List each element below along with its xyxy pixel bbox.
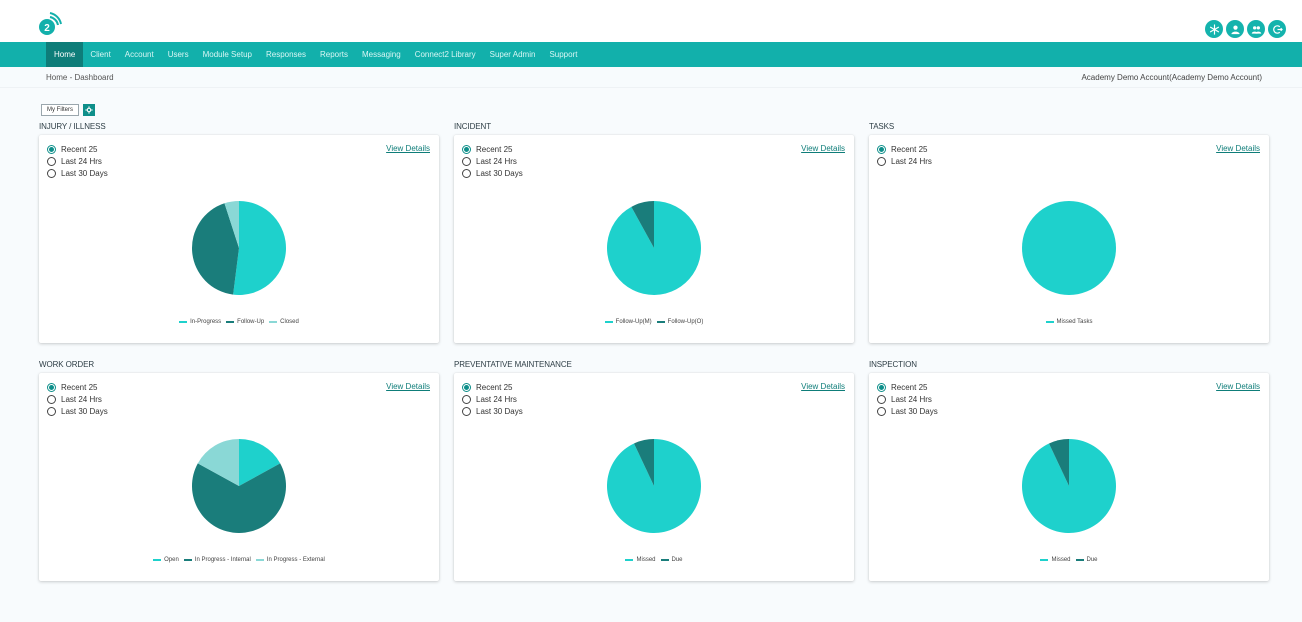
chart-legend: Open In Progress - Internal In Progress - … xyxy=(39,557,439,563)
nav-item-home[interactable]: Home xyxy=(46,42,84,67)
breadcrumb: Home - Dashboard xyxy=(46,73,114,82)
legend-item-in-progress-internal[interactable]: In Progress - Internal xyxy=(183,557,251,563)
chart-legend: Missed Tasks xyxy=(869,319,1269,325)
legend-swatch xyxy=(255,559,264,561)
widget-card-work-order: Recent 25 Last 24 Hrs Last 30 Days View Det… xyxy=(39,373,439,581)
legend-item-follow-up-o[interactable]: Follow-Up(O) xyxy=(656,319,704,325)
legend-swatch xyxy=(625,559,634,561)
legend-label: In Progress - External xyxy=(266,557,325,563)
pie-chart xyxy=(607,201,701,295)
legend-swatch xyxy=(1045,321,1054,323)
nav-item-connect2-library[interactable]: Connect2 Library xyxy=(408,42,483,67)
connect2-logo-icon[interactable]: 2 xyxy=(36,12,62,38)
snowflake-icon[interactable] xyxy=(1205,20,1223,38)
legend-item-in-progress[interactable]: In-Progress xyxy=(179,319,221,325)
filters-bar: My Filters xyxy=(41,104,95,116)
legend-item-missed[interactable]: Missed xyxy=(1040,557,1071,563)
legend-swatch xyxy=(656,321,665,323)
widget-card-inspection: Recent 25 Last 24 Hrs Last 30 Days View Det… xyxy=(869,373,1269,581)
pie-chart xyxy=(1022,439,1116,533)
legend-label: In-Progress xyxy=(190,319,222,325)
chart-legend: Missed Due xyxy=(869,557,1269,563)
my-filters-button[interactable]: My Filters xyxy=(41,104,79,116)
chart-legend: In-Progress Follow-Up Closed xyxy=(39,319,439,325)
section-title-incident: INCIDENT xyxy=(454,122,491,131)
pie-slice-missed-tasks[interactable] xyxy=(1022,201,1116,295)
legend-label: Follow-Up(O) xyxy=(667,319,704,325)
gear-icon[interactable] xyxy=(83,104,95,116)
widget-card-tasks: Recent 25 Last 24 Hrs View Details Missed T… xyxy=(869,135,1269,343)
legend-item-follow-up-m[interactable]: Follow-Up(M) xyxy=(604,319,652,325)
legend-item-missed-tasks[interactable]: Missed Tasks xyxy=(1045,319,1093,325)
legend-item-open[interactable]: Open xyxy=(153,557,179,563)
legend-swatch xyxy=(226,321,235,323)
chart-legend: Missed Due xyxy=(454,557,854,563)
breadcrumb-bar: Home - Dashboard Academy Demo Account(Ac… xyxy=(0,67,1302,88)
top-bar: 2 xyxy=(0,0,1302,42)
legend-label: Follow-Up(M) xyxy=(615,319,652,325)
nav-item-support[interactable]: Support xyxy=(542,42,584,67)
legend-swatch xyxy=(153,559,162,561)
section-title-inspection: INSPECTION xyxy=(869,360,917,369)
svg-text:2: 2 xyxy=(44,23,50,34)
nav-item-reports[interactable]: Reports xyxy=(313,42,355,67)
top-icon-group xyxy=(1205,20,1286,38)
pie-chart xyxy=(1022,201,1116,295)
section-title-preventative-maintenance: PREVENTATIVE MAINTENANCE xyxy=(454,360,572,369)
nav-item-list: Home Client Account Users Module Setup Respon… xyxy=(46,42,584,67)
legend-item-missed[interactable]: Missed xyxy=(625,557,656,563)
main-nav: Home Client Account Users Module Setup Respon… xyxy=(0,42,1302,67)
legend-item-due[interactable]: Due xyxy=(1075,557,1098,563)
legend-swatch xyxy=(1040,559,1049,561)
widget-card-incident: Recent 25 Last 24 Hrs Last 30 Days View Det… xyxy=(454,135,854,343)
widget-card-injury-illness: Recent 25 Last 24 Hrs Last 30 Days View Det… xyxy=(39,135,439,343)
legend-swatch xyxy=(1075,559,1084,561)
legend-swatch xyxy=(179,321,188,323)
legend-swatch xyxy=(660,559,669,561)
pie-chart xyxy=(191,439,286,533)
nav-item-users[interactable]: Users xyxy=(161,42,196,67)
section-title-tasks: TASKS xyxy=(869,122,895,131)
nav-item-super-admin[interactable]: Super Admin xyxy=(483,42,543,67)
account-name: Academy Demo Account(Academy Demo Accoun… xyxy=(1081,73,1262,82)
section-title-work-order: WORK ORDER xyxy=(39,360,95,369)
legend-label: In Progress - Internal xyxy=(194,557,251,563)
dashboard-content: My Filters INJURY / ILLNESS Recent 25 Last… xyxy=(0,88,1302,622)
pie-chart xyxy=(607,439,701,533)
legend-item-closed[interactable]: Closed xyxy=(269,319,299,325)
nav-item-messaging[interactable]: Messaging xyxy=(355,42,408,67)
legend-swatch xyxy=(269,321,278,323)
legend-label: Missed xyxy=(1051,557,1071,563)
nav-item-module-setup[interactable]: Module Setup xyxy=(196,42,259,67)
user-icon[interactable] xyxy=(1226,20,1244,38)
legend-label: Missed Tasks xyxy=(1056,319,1093,325)
pie-slice-in-progress[interactable] xyxy=(233,201,286,295)
legend-label: Open xyxy=(164,557,179,563)
legend-label: Follow-Up xyxy=(237,319,265,325)
legend-label: Closed xyxy=(280,319,299,325)
legend-label: Due xyxy=(1086,557,1098,563)
nav-item-responses[interactable]: Responses xyxy=(259,42,313,67)
legend-item-in-progress-external[interactable]: In Progress - External xyxy=(255,557,325,563)
users-icon[interactable] xyxy=(1247,20,1265,38)
legend-label: Missed xyxy=(636,557,656,563)
legend-item-follow-up[interactable]: Follow-Up xyxy=(226,319,264,325)
legend-item-due[interactable]: Due xyxy=(660,557,683,563)
legend-swatch xyxy=(604,321,613,323)
legend-label: Due xyxy=(671,557,683,563)
logout-icon[interactable] xyxy=(1268,20,1286,38)
legend-swatch xyxy=(183,559,192,561)
section-title-injury-illness: INJURY / ILLNESS xyxy=(39,122,106,131)
nav-item-account[interactable]: Account xyxy=(118,42,161,67)
pie-chart xyxy=(192,201,286,295)
chart-legend: Follow-Up(M) Follow-Up(O) xyxy=(454,319,854,325)
widget-card-preventative-maintenance: Recent 25 Last 24 Hrs Last 30 Days View Det… xyxy=(454,373,854,581)
nav-item-client[interactable]: Client xyxy=(83,42,117,67)
